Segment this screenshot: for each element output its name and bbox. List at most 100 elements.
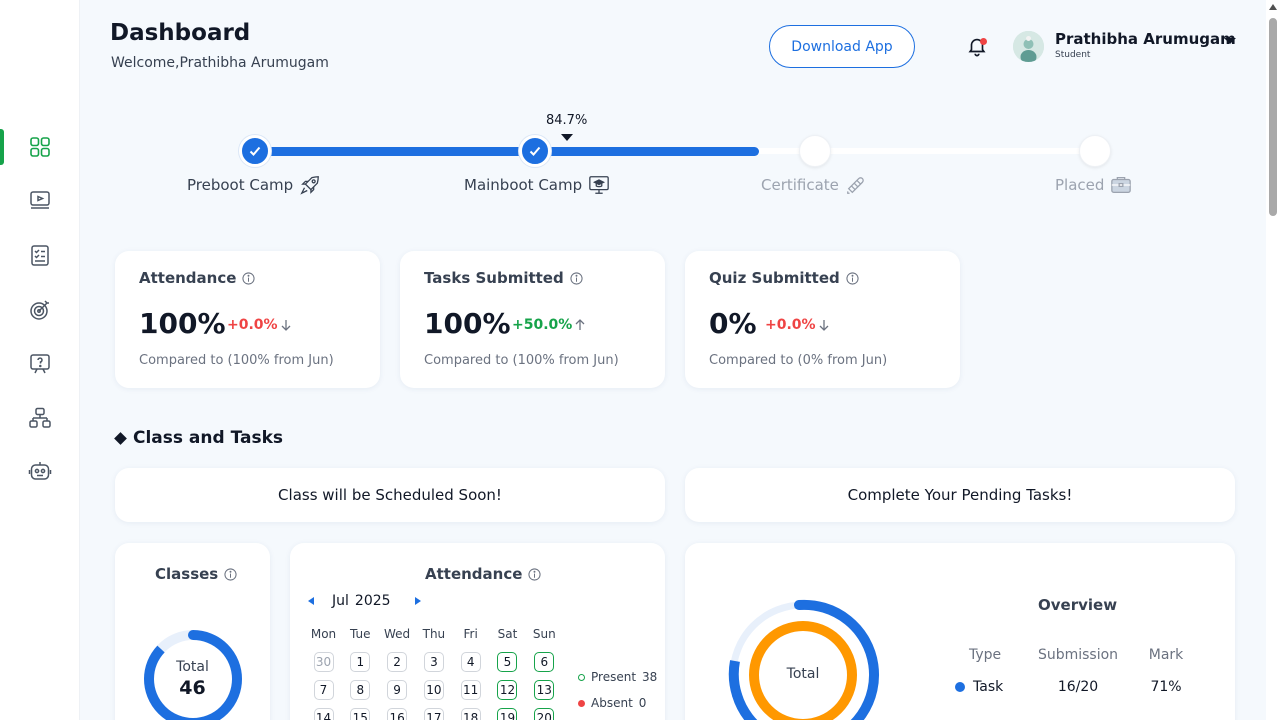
calendar-cell: 17 xyxy=(416,708,451,720)
video-lesson-icon xyxy=(30,191,50,209)
calendar-month: Jul xyxy=(332,593,349,609)
calendar-day[interactable]: 7 xyxy=(313,680,334,700)
calendar-day[interactable]: 3 xyxy=(423,652,444,672)
hierarchy-icon xyxy=(29,407,51,428)
stage-mainboot: Mainboot Camp xyxy=(464,174,610,196)
stat-title-text: Attendance xyxy=(139,269,237,287)
target-icon xyxy=(30,300,49,320)
calendar-day[interactable]: 15 xyxy=(350,708,371,720)
calendar-cell: 20 xyxy=(527,708,562,720)
calendar-day[interactable]: 14 xyxy=(313,708,334,720)
calendar-cell: 30 xyxy=(306,652,341,672)
chevron-down-icon[interactable] xyxy=(1224,38,1236,44)
stat-delta: +0.0% xyxy=(765,317,830,333)
legend-count: 0 xyxy=(638,696,647,710)
stat-delta-text: +0.0% xyxy=(765,317,816,333)
certificate-ribbon-icon xyxy=(847,177,864,194)
calendar-day[interactable]: 18 xyxy=(460,708,481,720)
row-type: Task xyxy=(955,679,1025,695)
legend-count: 38 xyxy=(642,670,658,684)
stat-compare: Compared to (100% from Jun) xyxy=(139,353,334,368)
robot-icon xyxy=(28,462,52,480)
user-role: Student xyxy=(1055,50,1091,60)
sidebar-item-goals[interactable] xyxy=(0,288,80,332)
sidebar-item-placement[interactable] xyxy=(0,396,80,440)
calendar-day[interactable]: 10 xyxy=(423,680,444,700)
info-icon[interactable] xyxy=(570,271,583,285)
calendar-day[interactable]: 11 xyxy=(460,680,481,700)
avatar-image xyxy=(1013,31,1044,62)
info-icon[interactable] xyxy=(224,567,237,581)
panel-title: Classes xyxy=(155,565,237,583)
sidebar xyxy=(0,0,80,720)
calendar-day-present[interactable]: 6 xyxy=(534,652,555,672)
chevron-right-icon[interactable] xyxy=(414,597,421,605)
stat-title: Attendance xyxy=(139,269,255,287)
weekday-label: Fri xyxy=(463,627,478,641)
sidebar-item-dashboard[interactable] xyxy=(0,125,80,169)
stat-value: 0% xyxy=(709,307,757,340)
calendar-day-present[interactable]: 19 xyxy=(497,708,518,720)
calendar-year: 2025 xyxy=(354,593,391,609)
info-icon[interactable] xyxy=(846,271,859,285)
info-icon[interactable] xyxy=(528,567,541,581)
diamond-icon xyxy=(114,431,127,445)
stat-title: Tasks Submitted xyxy=(424,269,583,287)
calendar-day-present[interactable]: 12 xyxy=(497,680,518,700)
stat-title: Quiz Submitted xyxy=(709,269,859,287)
calendar-cell: 5 xyxy=(490,652,525,672)
calendar-cell: 16 xyxy=(380,708,415,720)
overview-table: Type Submission Mark Task 16/20 71% xyxy=(955,639,1201,703)
section-title: Class and Tasks xyxy=(114,428,284,448)
stat-delta: +0.0% xyxy=(227,317,292,333)
chevron-left-icon[interactable] xyxy=(308,597,314,605)
scroll-up-arrow[interactable] xyxy=(1269,4,1277,10)
section-title-text: Class and Tasks xyxy=(133,428,284,448)
stat-title-text: Tasks Submitted xyxy=(424,269,564,287)
user-name[interactable]: Prathibha Arumugam xyxy=(1055,30,1236,48)
sidebar-item-videos[interactable] xyxy=(0,178,80,222)
welcome-text: Welcome,Prathibha Arumugam xyxy=(111,55,329,71)
calendar-cell: 8 xyxy=(343,680,378,700)
present-dot-icon xyxy=(578,673,585,681)
stat-value: 100% xyxy=(139,307,226,340)
sidebar-item-quiz[interactable] xyxy=(0,342,80,386)
arrow-up-icon xyxy=(575,319,585,330)
calendar-day-present[interactable]: 20 xyxy=(534,708,555,720)
stage-node-preboot xyxy=(239,135,271,167)
calendar-day[interactable]: 16 xyxy=(387,708,408,720)
download-app-button[interactable]: Download App xyxy=(769,25,915,68)
info-icon[interactable] xyxy=(242,271,255,285)
calendar-cell: 1 xyxy=(343,652,378,672)
calendar-day[interactable]: 8 xyxy=(350,680,371,700)
page-scrollbar[interactable] xyxy=(1266,0,1280,720)
calendar-cell: 18 xyxy=(453,708,488,720)
stage-label: Mainboot Camp xyxy=(464,176,583,194)
classes-total: 46 xyxy=(179,677,206,699)
row-mark: 71% xyxy=(1150,679,1182,695)
scroll-thumb[interactable] xyxy=(1269,18,1277,216)
page-title: Dashboard xyxy=(110,20,251,46)
calendar-day-present[interactable]: 13 xyxy=(534,680,555,700)
calendar-day[interactable]: 17 xyxy=(423,708,444,720)
check-icon xyxy=(529,146,541,156)
task-notice-card[interactable]: Complete Your Pending Tasks! xyxy=(685,468,1235,522)
stat-delta-text: +0.0% xyxy=(227,317,278,333)
calendar-cell: 2 xyxy=(380,652,415,672)
calendar-day[interactable]: 1 xyxy=(350,652,371,672)
sidebar-item-assistant[interactable] xyxy=(0,449,80,493)
calendar-day[interactable]: 30 xyxy=(313,652,334,672)
calendar-day[interactable]: 9 xyxy=(387,680,408,700)
row-type-text: Task xyxy=(973,679,1004,695)
calendar-day[interactable]: 4 xyxy=(460,652,481,672)
stage-label: Certificate xyxy=(761,176,839,194)
calendar-day[interactable]: 2 xyxy=(387,652,408,672)
sidebar-item-tasks[interactable] xyxy=(0,233,80,277)
donut-center-label: Total xyxy=(176,659,209,675)
overview-title: Overview xyxy=(1038,596,1118,614)
calendar-cell: 7 xyxy=(306,680,341,700)
avatar[interactable] xyxy=(1013,31,1044,62)
calendar-day-present[interactable]: 5 xyxy=(497,652,518,672)
stat-delta: +50.0% xyxy=(512,317,586,333)
panel-title: Attendance xyxy=(425,565,541,583)
